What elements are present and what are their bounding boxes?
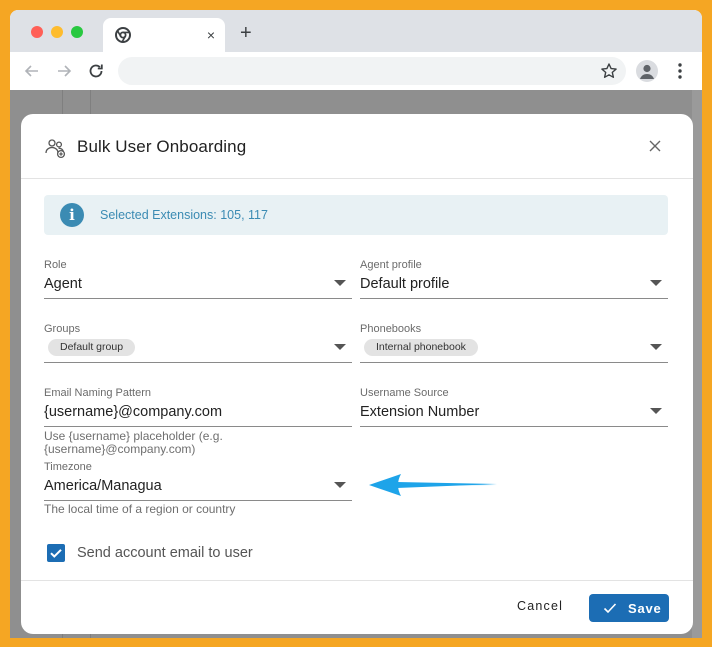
reload-icon[interactable] [86, 61, 106, 81]
profile-icon[interactable] [636, 60, 658, 82]
close-icon[interactable] [647, 138, 663, 154]
address-bar[interactable] [118, 57, 626, 85]
username-source-label: Username Source [360, 387, 449, 399]
timezone-label: Timezone [44, 461, 92, 473]
email-pattern-label: Email Naming Pattern [44, 387, 151, 399]
checkmark-icon [50, 549, 62, 558]
timezone-select[interactable]: Timezone America/Managua [44, 461, 352, 501]
background-page-edge [692, 90, 702, 638]
timezone-value: America/Managua [44, 478, 162, 494]
phonebooks-select[interactable]: Phonebooks Internal phonebook [360, 323, 668, 363]
group-chip[interactable]: Default group [48, 339, 136, 356]
save-button[interactable]: Save [589, 594, 669, 622]
info-banner: i Selected Extensions: 105, 117 [44, 195, 668, 235]
window-minimize-dot[interactable] [51, 26, 63, 38]
star-icon[interactable] [600, 62, 618, 80]
info-icon: i [60, 203, 84, 227]
window-maximize-dot[interactable] [71, 26, 83, 38]
browser-window: × + Bulk User Onboarding i Selected Exte… [10, 10, 702, 638]
agent-profile-label: Agent profile [360, 259, 422, 271]
email-pattern-input[interactable]: Email Naming Pattern {username}@company.… [44, 387, 352, 427]
groups-label: Groups [44, 323, 81, 335]
bulk-onboarding-dialog: Bulk User Onboarding i Selected Extensio… [21, 114, 693, 634]
role-value: Agent [44, 276, 82, 292]
browser-toolbar [10, 52, 702, 90]
selected-extensions-text: Selected Extensions: 105, 117 [100, 208, 268, 222]
save-label: Save [628, 601, 662, 616]
chevron-down-icon [650, 280, 662, 286]
users-icon [45, 139, 66, 159]
timezone-helper: The local time of a region or country [44, 502, 236, 516]
tab-strip: × + [10, 10, 702, 52]
window-close-dot[interactable] [31, 26, 43, 38]
chevron-down-icon [334, 482, 346, 488]
agent-profile-value: Default profile [360, 276, 450, 292]
browser-tab[interactable]: × [103, 18, 225, 52]
checkmark-icon [603, 603, 617, 614]
chevron-down-icon [650, 408, 662, 414]
chevron-down-icon [650, 344, 662, 350]
groups-select[interactable]: Groups Default group [44, 323, 352, 363]
annotation-arrow-icon [369, 474, 497, 496]
role-select[interactable]: Role Agent [44, 259, 352, 299]
phonebooks-label: Phonebooks [360, 323, 422, 335]
agent-profile-select[interactable]: Agent profile Default profile [360, 259, 668, 299]
forward-arrow-icon[interactable] [54, 61, 74, 81]
chevron-down-icon [334, 280, 346, 286]
chrome-icon [115, 27, 131, 43]
email-pattern-helper: Use {username} placeholder (e.g. {userna… [44, 429, 223, 456]
username-source-value: Extension Number [360, 404, 480, 420]
cancel-button[interactable]: Cancel [517, 599, 563, 613]
send-email-checkbox[interactable] [47, 544, 65, 562]
username-source-select[interactable]: Username Source Extension Number [360, 387, 668, 427]
send-email-option[interactable]: Send account email to user [47, 544, 347, 564]
phonebook-chip[interactable]: Internal phonebook [364, 339, 478, 356]
tab-close-icon[interactable]: × [207, 25, 215, 45]
dialog-footer: Cancel Save [21, 580, 693, 634]
page-viewport: Bulk User Onboarding i Selected Extensio… [10, 90, 702, 638]
menu-dots-icon[interactable] [674, 61, 686, 81]
chevron-down-icon [334, 344, 346, 350]
email-pattern-value[interactable]: {username}@company.com [44, 404, 222, 420]
dialog-title: Bulk User Onboarding [77, 137, 247, 156]
dialog-header: Bulk User Onboarding [21, 114, 693, 179]
send-email-label: Send account email to user [77, 545, 253, 561]
role-label: Role [44, 259, 67, 271]
back-arrow-icon[interactable] [22, 61, 42, 81]
new-tab-button[interactable]: + [240, 23, 252, 43]
